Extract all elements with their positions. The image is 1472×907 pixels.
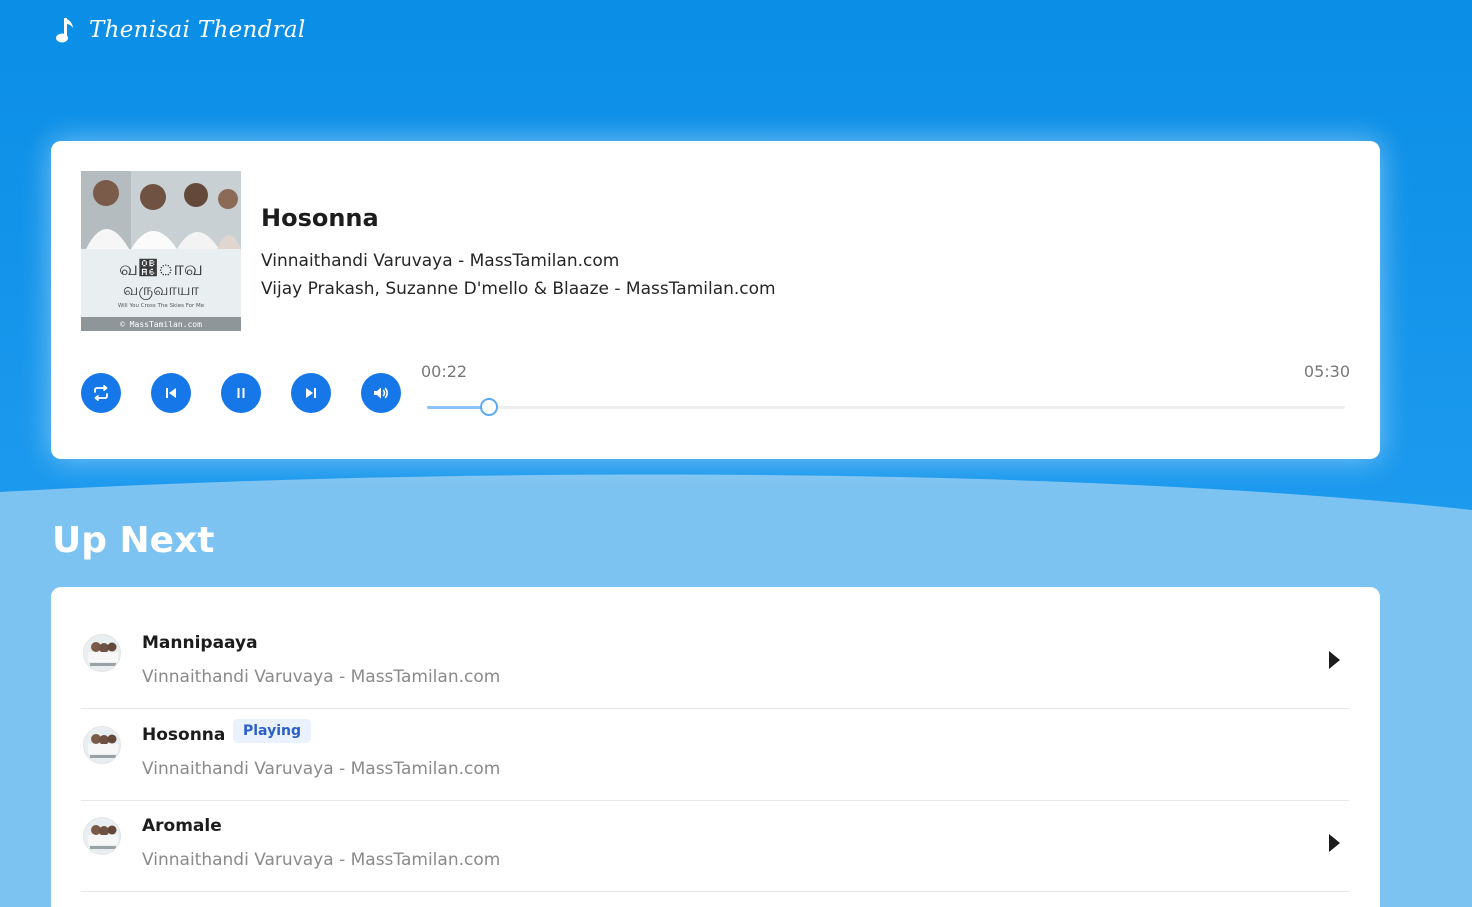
- list-item[interactable]: Mannipaaya Vinnaithandi Varuvaya - MassT…: [81, 617, 1349, 709]
- next-icon: [306, 388, 316, 398]
- current-time: 00:22: [421, 362, 468, 381]
- track-artists: Vijay Prakash, Suzanne D'mello & Blaaze …: [261, 279, 776, 299]
- wave-divider: [0, 474, 1472, 590]
- repeat-button[interactable]: [81, 373, 121, 413]
- track-thumbnail: [83, 817, 121, 855]
- list-item[interactable]: Aromale Vinnaithandi Varuvaya - MassTami…: [81, 800, 1349, 892]
- cover-caption: Will You Cross The Skies For Me: [118, 303, 205, 309]
- cover-watermark: © MassTamilan.com: [120, 320, 202, 329]
- brand-title: Thenisai Thendral: [89, 17, 306, 43]
- progress-slider[interactable]: [427, 398, 1345, 416]
- track-thumbnail: [83, 634, 121, 672]
- volume-icon: [374, 387, 389, 399]
- track-thumbnail: [83, 726, 121, 764]
- svg-text:வருவாயா: வருவாயா: [123, 280, 200, 300]
- now-playing-card: வ஦ாவ வருவாயா Will You Cross The Skies Fo…: [51, 141, 1380, 459]
- track-subtitle: Vinnaithandi Varuvaya - MassTamilan.com: [142, 850, 501, 870]
- progress-thumb[interactable]: [479, 398, 498, 416]
- play-icon[interactable]: [1327, 833, 1341, 853]
- brand[interactable]: Thenisai Thendral: [55, 16, 306, 44]
- playing-badge: Playing: [233, 719, 311, 743]
- previous-icon: [166, 388, 176, 398]
- track-title: Hosonna: [142, 725, 226, 745]
- pause-button[interactable]: [221, 373, 261, 413]
- track-title: Hosonna: [261, 204, 379, 232]
- track-subtitle: Vinnaithandi Varuvaya - MassTamilan.com: [142, 759, 501, 779]
- up-next-list: Mannipaaya Vinnaithandi Varuvaya - MassT…: [51, 587, 1380, 907]
- play-icon[interactable]: [1327, 650, 1341, 670]
- pause-icon: [237, 388, 245, 398]
- track-album: Vinnaithandi Varuvaya - MassTamilan.com: [261, 251, 620, 271]
- track-title: Aromale: [142, 816, 222, 836]
- volume-button[interactable]: [361, 373, 401, 413]
- album-cover: வ஦ாவ வருவாயா Will You Cross The Skies Fo…: [81, 171, 241, 331]
- up-next-heading: Up Next: [52, 520, 215, 561]
- album-cover-art: வ஦ாவ வருவாயா Will You Cross The Skies Fo…: [81, 171, 241, 331]
- svg-text:வ஦ாவ: வ஦ாவ: [119, 256, 203, 280]
- repeat-icon: [94, 385, 108, 401]
- music-note-icon: [56, 18, 73, 43]
- track-subtitle: Vinnaithandi Varuvaya - MassTamilan.com: [142, 667, 501, 687]
- track-title: Mannipaaya: [142, 633, 258, 653]
- list-item[interactable]: Hosonna Playing Vinnaithandi Varuvaya - …: [81, 709, 1349, 801]
- next-button[interactable]: [291, 373, 331, 413]
- duration: 05:30: [1303, 362, 1350, 381]
- previous-button[interactable]: [151, 373, 191, 413]
